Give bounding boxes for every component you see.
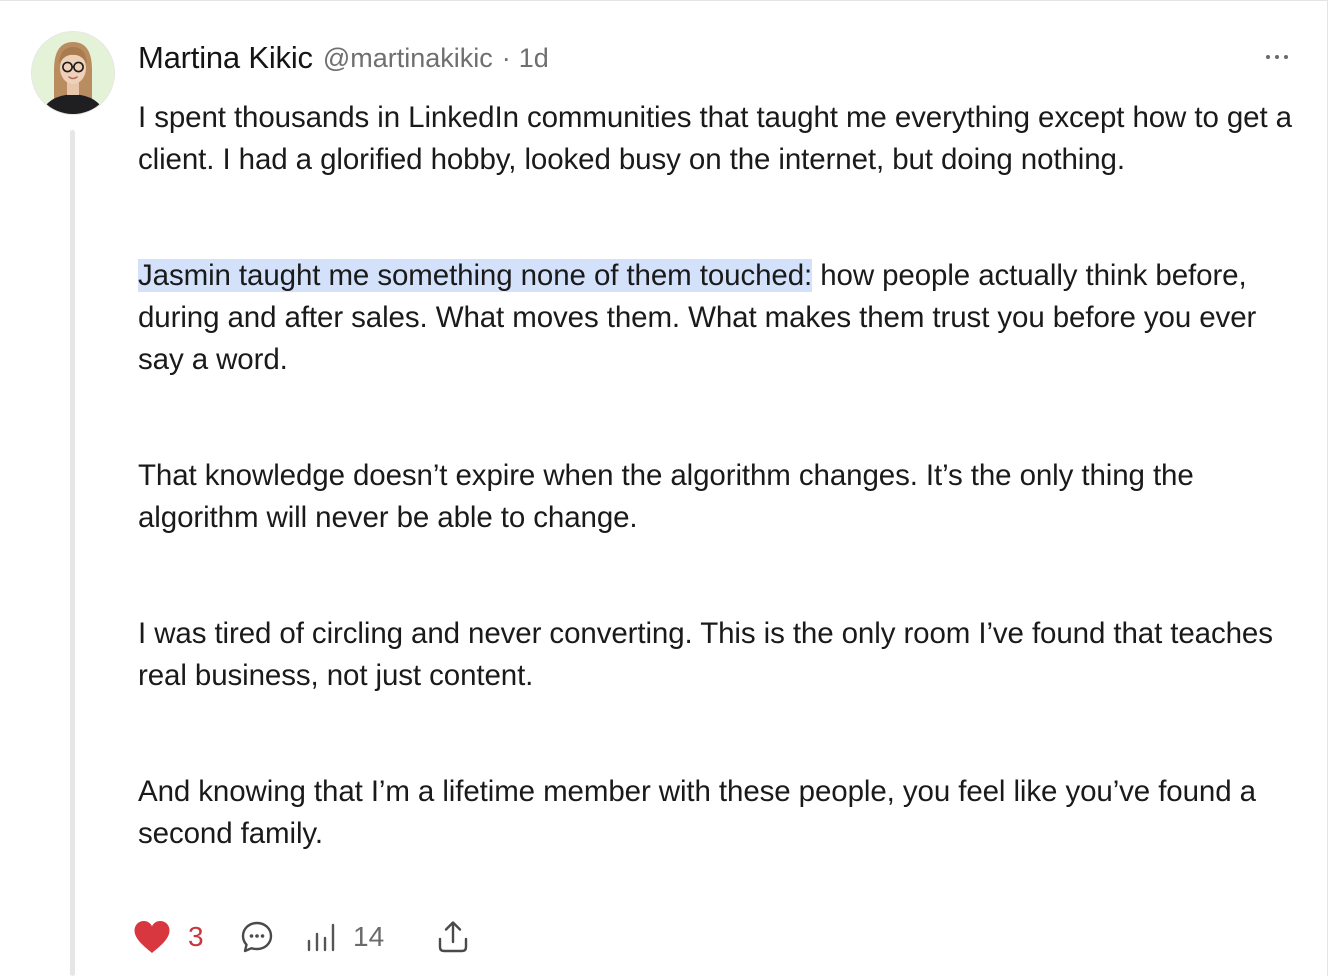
paragraph-text: I spent thousands in LinkedIn communitie… (138, 101, 1292, 176)
post-actions: 3 14 (132, 914, 471, 960)
post-timestamp[interactable]: 1d (519, 43, 549, 74)
post-top-border (0, 0, 1328, 1)
heart-icon (134, 921, 170, 953)
like-count: 3 (188, 921, 204, 952)
comment-bubble-icon (241, 921, 273, 953)
bar-chart-icon (307, 923, 335, 952)
more-dots-icon (1284, 55, 1288, 59)
paragraph-text: That knowledge doesn’t expire when the a… (138, 459, 1194, 534)
post-paragraph: Jasmin taught me something none of them … (138, 255, 1303, 381)
meta-separator: · (501, 42, 511, 73)
author-name[interactable]: Martina Kikic (138, 40, 313, 76)
like-button[interactable]: 3 (132, 919, 240, 955)
post-header: Martina Kikic @martinakikic · 1d (138, 38, 549, 78)
more-dots-icon (1266, 55, 1270, 59)
more-options-button[interactable] (1258, 46, 1296, 68)
paragraph-text: And knowing that I’m a lifetime member w… (138, 775, 1256, 850)
post-paragraph: I was tired of circling and never conver… (138, 613, 1303, 697)
selected-text-highlight: Jasmin taught me something none of them … (138, 259, 813, 292)
post-paragraph: That knowledge doesn’t expire when the a… (138, 455, 1303, 539)
views-indicator[interactable]: 14 (305, 920, 435, 954)
post-paragraph: And knowing that I’m a lifetime member w… (138, 771, 1303, 855)
paragraph-text: I was tired of circling and never conver… (138, 617, 1273, 692)
thread-line (70, 130, 75, 976)
post-paragraph: I spent thousands in LinkedIn communitie… (138, 97, 1303, 181)
share-upload-icon (438, 921, 468, 953)
author-avatar[interactable] (32, 32, 114, 114)
views-count: 14 (353, 921, 385, 952)
more-dots-icon (1275, 55, 1279, 59)
reply-button[interactable] (240, 920, 305, 954)
post-body: I spent thousands in LinkedIn communitie… (138, 97, 1303, 855)
author-handle[interactable]: @martinakikic (323, 43, 493, 74)
share-button[interactable] (435, 919, 471, 955)
